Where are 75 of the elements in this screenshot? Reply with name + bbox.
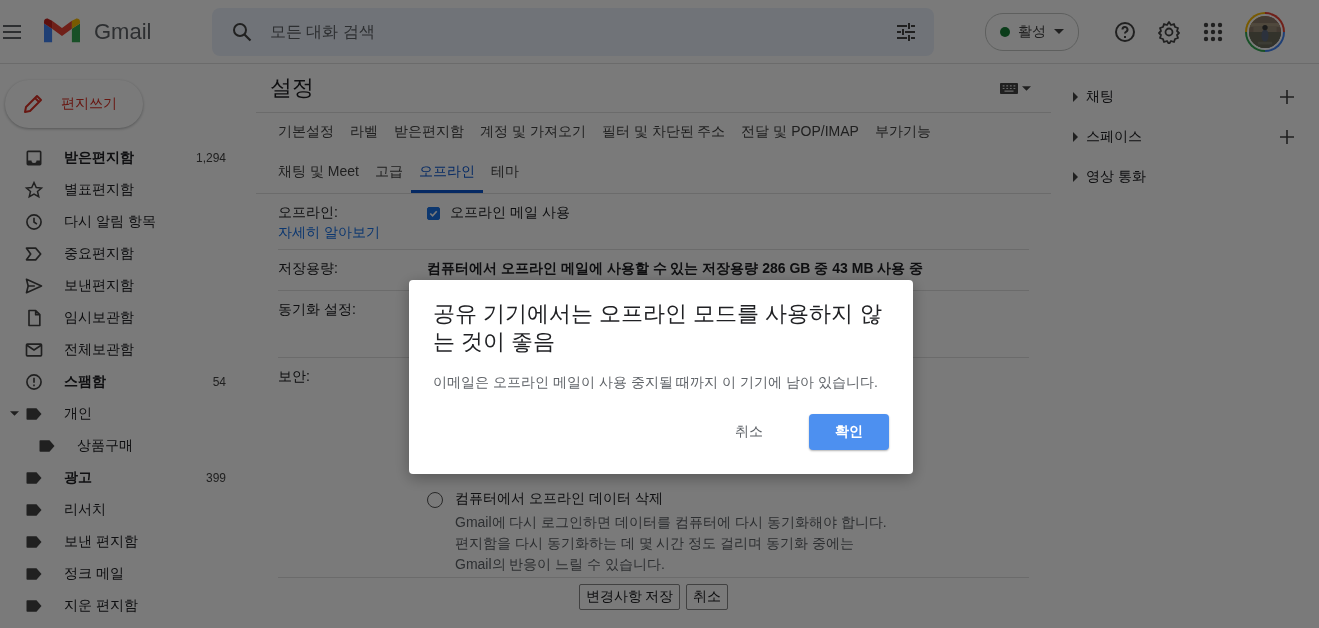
- option-description: Gmail에 다시 로그인하면 데이터를 컴퓨터에 다시 동기화해야 합니다. 편지함을 다시 동기화하는 데 몇 시간 정도 걸리며 동기화 중에는 Gmail의 반응이 느릴 수 있습니다.: [455, 513, 887, 574]
- checkbox[interactable]: [427, 206, 440, 220]
- mail-icon: [24, 340, 44, 360]
- sidebar-item[interactable]: 보낸편지함: [0, 270, 256, 302]
- setting-label: 저장용량:: [278, 260, 338, 278]
- unread-count: 54: [212, 375, 226, 389]
- settings-tab[interactable]: 라벨: [342, 113, 386, 153]
- sidebar-item[interactable]: 별표편지함: [0, 174, 256, 206]
- sidebar-item[interactable]: 개인: [0, 398, 256, 430]
- cancel-button[interactable]: 취소: [709, 414, 789, 450]
- pencil-icon: [21, 92, 45, 116]
- settings-icon[interactable]: [1157, 19, 1181, 44]
- input-tools-menu[interactable]: [1000, 82, 1031, 94]
- star-icon: [24, 180, 44, 200]
- expand-caret-icon[interactable]: [1073, 132, 1078, 142]
- settings-tab[interactable]: 채팅 및 Meet: [270, 153, 367, 193]
- gmail-logo[interactable]: [44, 18, 80, 45]
- checkbox-label: 오프라인 메일 사용: [450, 204, 570, 222]
- learn-more-link[interactable]: 자세히 알아보기: [278, 224, 380, 242]
- section-header[interactable]: 스페이스: [1086, 128, 1279, 146]
- warning-icon: [24, 372, 44, 392]
- send-icon: [24, 276, 44, 296]
- sidebar-item[interactable]: 광고 399: [0, 462, 256, 494]
- inbox-icon: [24, 148, 44, 168]
- confirm-button[interactable]: 확인: [809, 414, 889, 450]
- app-name: Gmail: [94, 18, 153, 45]
- sidebar-item[interactable]: 전체보관함: [0, 334, 256, 366]
- add-icon[interactable]: [1279, 89, 1295, 105]
- storage-usage-text: 컴퓨터에서 오프라인 메일에 사용할 수 있는 저장용량 286 GB 중 43 MB 사용 중: [427, 260, 924, 276]
- clock-icon: [24, 212, 44, 232]
- sidebar-item[interactable]: 스팸함 54: [0, 366, 256, 398]
- sidebar-item[interactable]: 상품구매: [0, 430, 256, 462]
- account-avatar[interactable]: [1245, 11, 1285, 52]
- page-title: 설정: [270, 74, 314, 102]
- settings-button[interactable]: 취소: [686, 584, 729, 610]
- expand-caret-icon[interactable]: [1073, 172, 1078, 182]
- settings-tab[interactable]: 테마: [482, 153, 527, 193]
- settings-tab[interactable]: 받은편지함: [386, 113, 472, 153]
- settings-tab[interactable]: 부가기능: [866, 113, 939, 153]
- settings-tab[interactable]: 계정 및 가져오기: [472, 113, 594, 153]
- keyboard-icon: [1000, 82, 1018, 94]
- sidebar-item[interactable]: 리서치: [0, 494, 256, 526]
- setting-label: 보안:: [278, 368, 310, 386]
- sidebar-item[interactable]: 받은편지함 1,294: [0, 142, 256, 174]
- sidebar-item[interactable]: 보낸 편지함: [0, 526, 256, 558]
- sidebar-item[interactable]: 정크 메일: [0, 558, 256, 590]
- caret-icon: [1022, 85, 1031, 91]
- expand-caret-icon[interactable]: [1073, 92, 1078, 102]
- help-icon[interactable]: [1113, 19, 1137, 44]
- setting-label: 오프라인:: [278, 204, 338, 222]
- caret-icon: [1054, 29, 1064, 34]
- dialog-message: 이메일은 오프라인 메일이 사용 중지될 때까지 이 기기에 남아 있습니다.: [433, 374, 879, 392]
- sidebar-item[interactable]: 지운 편지함: [0, 590, 256, 622]
- radio-label: 컴퓨터에서 오프라인 데이터 삭제: [455, 490, 663, 508]
- settings-tab[interactable]: 전달 및 POP/IMAP: [733, 113, 867, 153]
- settings-tab[interactable]: 필터 및 차단된 주소: [593, 113, 734, 153]
- settings-tab[interactable]: 고급: [366, 153, 411, 193]
- unread-count: 399: [205, 471, 226, 485]
- important-icon: [24, 244, 44, 264]
- compose-button[interactable]: 편지쓰기: [5, 80, 143, 128]
- section-header[interactable]: 영상 통화: [1086, 168, 1295, 186]
- sidebar-item[interactable]: 중요편지함: [0, 238, 256, 270]
- search-field[interactable]: 모든 대화 검색: [212, 7, 934, 56]
- expand-caret-icon[interactable]: [10, 411, 19, 416]
- section-header[interactable]: 채팅: [1086, 88, 1279, 106]
- add-icon[interactable]: [1279, 129, 1295, 145]
- dialog-title: 공유 기기에서는 오프라인 모드를 사용하지 않는 것이 좋음: [433, 300, 883, 356]
- settings-tab[interactable]: 오프라인: [410, 153, 483, 193]
- settings-button[interactable]: 변경사항 저장: [578, 584, 681, 610]
- settings-tab[interactable]: 기본설정: [270, 113, 342, 153]
- unread-count: 1,294: [195, 151, 226, 165]
- sidebar-item[interactable]: 다시 알림 항목: [0, 206, 256, 238]
- sidebar-item[interactable]: 임시보관함: [0, 302, 256, 334]
- setting-label: 동기화 설정:: [278, 301, 356, 319]
- status-chip[interactable]: 활성: [985, 12, 1079, 51]
